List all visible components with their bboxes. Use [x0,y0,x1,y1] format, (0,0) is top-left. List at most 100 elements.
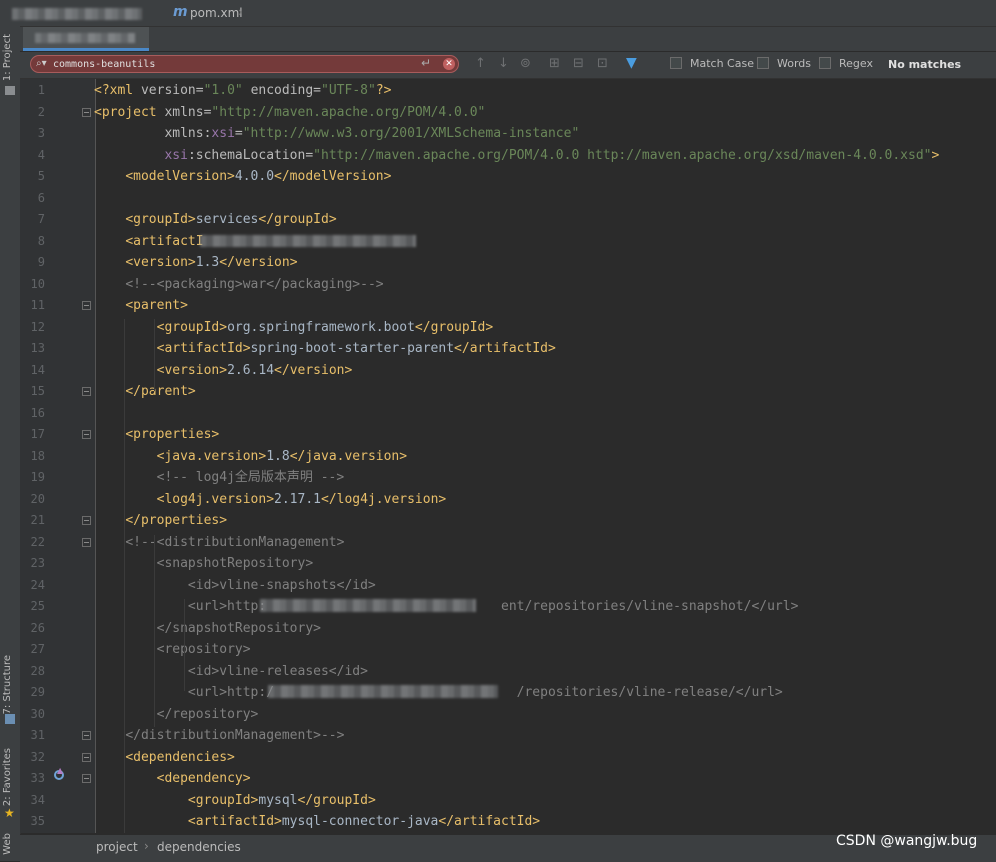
unselect-occurrence-icon[interactable]: ⊟ [573,56,584,71]
editor-tab-bar [20,27,996,52]
line-number: 33 [30,771,45,785]
fold-toggle-icon[interactable] [82,774,91,783]
code-line[interactable]: <id>vline-snapshots</id> [94,575,376,597]
code-line[interactable]: <project xmlns="http://maven.apache.org/… [94,102,485,124]
line-number: 21 [30,513,45,527]
redacted-release-url [268,685,498,698]
code-line[interactable]: xsi:schemaLocation="http://maven.apache.… [94,145,939,167]
line-number: 23 [30,556,45,570]
chevron-right-icon: › [144,839,149,853]
fold-toggle-icon[interactable] [82,301,91,310]
favorites-tool-label: 2: Favorites [2,748,13,807]
code-line[interactable]: <log4j.version>2.17.1</log4j.version> [94,489,447,511]
line-number: 14 [30,362,45,377]
code-line[interactable]: <!--<packaging>war</packaging>--> [94,274,383,296]
code-line[interactable]: <properties> [94,424,219,446]
code-line[interactable]: <groupId>services</groupId> [94,209,336,231]
editor-tab-active[interactable] [23,27,149,51]
match-case-checkbox[interactable] [670,57,682,69]
redacted-snapshot-url [260,599,476,612]
line-number: 30 [30,706,45,721]
line-number: 12 [30,319,45,334]
fold-toggle-icon[interactable] [82,731,91,740]
line-number: 19 [30,470,45,484]
code-line[interactable]: </distributionManagement>--> [94,725,344,747]
fold-toggle-icon[interactable] [82,430,91,439]
line-number: 20 [30,491,45,506]
indent-guide [124,319,125,833]
find-bar: ⌕▾ ↵ ✕ ↑ ↓ ⊚ ⊞ ⊟ ⊡ ▼ Match Case Words Re… [20,52,996,79]
web-tool-label: Web [2,833,13,855]
chevron-right-icon: › [238,5,243,19]
code-line[interactable]: <parent> [94,295,188,317]
newline-icon[interactable]: ↵ [421,56,431,70]
code-line[interactable]: <!-- log4j全局版本声明 --> [94,467,345,489]
code-line[interactable]: <modelVersion>4.0.0</modelVersion> [94,166,391,188]
code-line[interactable]: xmlns:xsi="http://www.w3.org/2001/XMLSch… [94,123,579,145]
line-number: 35 [30,814,45,828]
line-number: 5 [37,169,45,183]
code-line[interactable]: </properties> [94,510,227,532]
code-line[interactable]: <repository> [94,639,251,661]
previous-occurrence-icon[interactable]: ↑ [475,56,486,71]
line-number: 2 [37,104,45,119]
add-selection-icon[interactable]: ⊞ [549,56,560,71]
code-line[interactable]: <artifactI [94,231,203,253]
watermark: CSDN @wangjw.bug [836,833,978,849]
override-marker-icon: ▲ [57,766,64,775]
code-line[interactable]: </repository> [94,704,259,726]
code-editor[interactable]: 1 2 3 4 5 6 7 8 9 10 11 12 13 14 15 16 17 18 19 20 21 22 23 24 2… [20,79,996,833]
code-line[interactable]: <id>vline-releases</id> [94,661,368,683]
code-line[interactable]: <artifactId>mysql-connector-java</artifa… [94,811,540,833]
filter-icon[interactable]: ▼ [626,55,637,71]
code-line[interactable]: <!--<distributionManagement> [94,532,344,554]
redacted-path [12,8,142,20]
code-line[interactable]: <version>1.3</version> [94,252,297,274]
line-number: 34 [30,792,45,807]
match-case-label: Match Case [690,57,754,70]
fold-toggle-icon[interactable] [82,387,91,396]
code-line[interactable]: <?xml version="1.0" encoding="UTF-8"?> [94,80,391,102]
line-number: 15 [30,384,45,398]
breadcrumb-file[interactable]: pom.xml [190,6,243,20]
find-all-icon[interactable]: ⊚ [520,56,531,71]
navigation-bar: m pom.xml › [12,0,996,27]
regex-checkbox[interactable] [819,57,831,69]
select-all-occurrences-icon[interactable]: ⊡ [597,56,608,71]
fold-toggle-icon[interactable] [82,516,91,525]
code-line[interactable]: </parent> [94,381,195,403]
code-line[interactable]: <dependencies> [94,747,235,769]
code-line[interactable]: <artifactId>spring-boot-starter-parent</… [94,338,556,360]
favorites-tool-tab[interactable]: 2: Favorites [2,748,13,806]
star-icon: ★ [4,806,15,820]
breadcrumb-project[interactable]: project [96,840,138,854]
search-status: No matches [888,58,962,71]
project-tool-tab[interactable]: 1: Project [2,34,13,81]
search-input[interactable] [53,57,413,71]
structure-tool-tab[interactable]: 7: Structure [2,655,13,714]
redacted-tab-title [35,33,135,43]
line-number: 3 [37,126,45,140]
clear-search-icon[interactable]: ✕ [443,58,455,70]
web-tool-tab[interactable]: Web [2,833,13,855]
fold-toggle-icon[interactable] [82,107,91,117]
code-line[interactable]: <snapshotRepository> [94,553,314,575]
code-line[interactable]: </snapshotRepository> [94,618,321,640]
indent-guide [154,535,155,727]
structure-tool-label: 7: Structure [2,655,13,715]
next-occurrence-icon[interactable]: ↓ [498,56,509,71]
fold-toggle-icon[interactable] [82,537,91,547]
code-line[interactable]: <dependency> [94,768,251,790]
search-field: ⌕▾ ↵ ✕ [30,55,459,73]
line-number: 24 [30,577,45,592]
line-number: 7 [37,212,45,226]
code-line[interactable]: <java.version>1.8</java.version> [94,446,407,468]
line-number: 6 [37,190,45,205]
fold-toggle-icon[interactable] [82,752,91,762]
breadcrumb-dependencies[interactable]: dependencies [157,840,241,854]
words-checkbox[interactable] [757,57,769,69]
code-line[interactable]: <groupId>mysql</groupId> [94,790,376,812]
code-line[interactable]: <version>2.6.14</version> [94,360,353,382]
tool-window-strip: 1: Project 7: Structure 2: Favorites ★ W… [0,0,21,861]
search-icon[interactable]: ⌕▾ [36,58,47,69]
